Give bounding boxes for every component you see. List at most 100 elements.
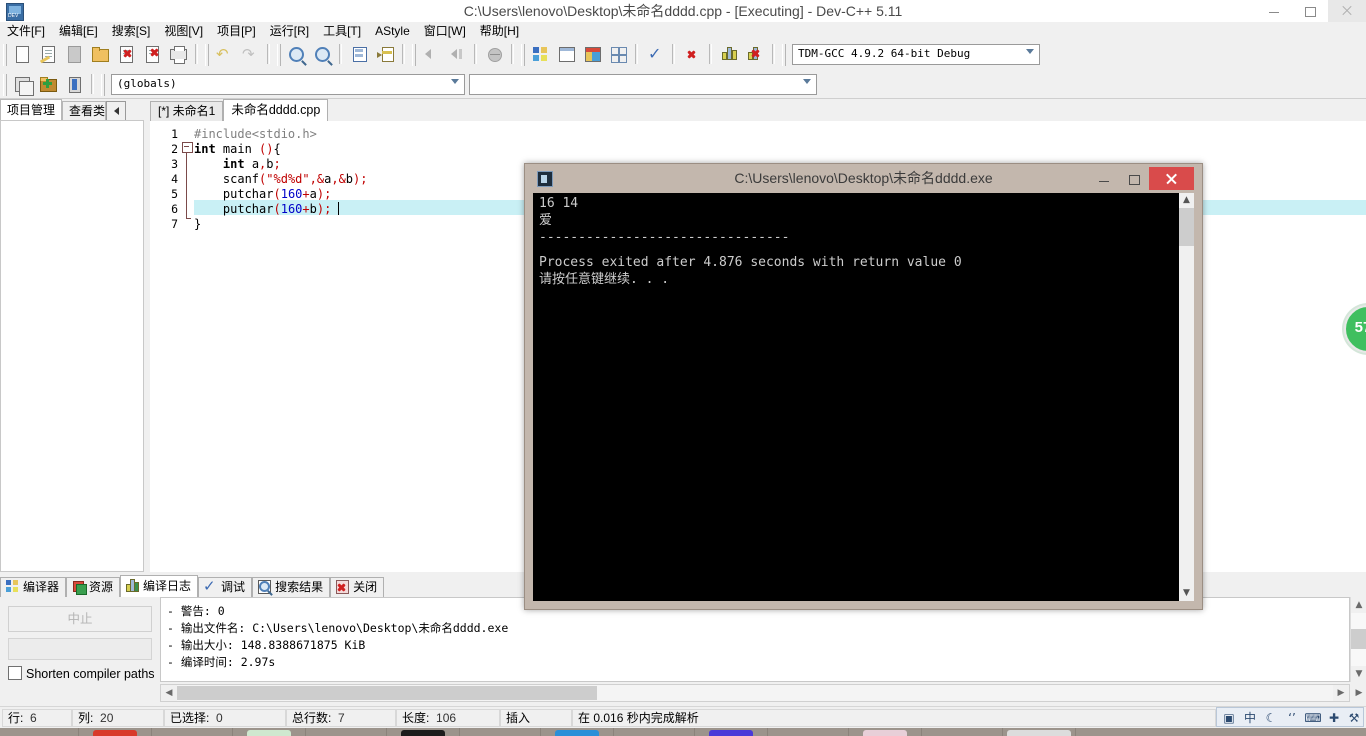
back-icon[interactable] [419,42,443,66]
toolbox-icon[interactable]: ✚ [1325,710,1343,726]
open-file-icon[interactable] [36,42,60,66]
fold-box[interactable] [182,142,193,153]
save-all-icon[interactable] [88,42,112,66]
menu-item-project[interactable]: 项目[P] [210,22,263,40]
console-output-area[interactable]: 16 14 爱 -------------------------------- Pr… [533,193,1194,601]
console-window[interactable]: C:\Users\lenovo\Desktop\未命名dddd.exe 16 1… [524,163,1203,610]
forward-icon[interactable] [445,42,469,66]
log-scroll-left-button[interactable]: ◀ [161,685,177,701]
fold-column[interactable] [180,121,194,572]
bottom-tab-debug[interactable]: ✓ 调试 [198,577,253,597]
redo-icon[interactable]: ↷ [238,42,262,66]
find-icon[interactable] [284,42,308,66]
bottom-tab-resource[interactable]: 资源 [66,577,121,597]
close-file-icon[interactable] [114,42,138,66]
log-scroll-up-button[interactable]: ▲ [1351,597,1366,613]
taskbar-item[interactable] [540,728,614,736]
console-maximize-button[interactable] [1120,170,1148,188]
keyboard-icon[interactable]: ⌨ [1304,710,1322,726]
menu-item-file[interactable]: 文件[F] [0,22,52,40]
compile-icon[interactable] [528,42,552,66]
toolbar-grip-4[interactable] [411,42,417,68]
left-tab-project-manager[interactable]: 项目管理 [0,99,63,121]
menu-item-window[interactable]: 窗口[W] [417,22,473,40]
toolbar-grip-6[interactable] [781,42,787,68]
shorten-compiler-paths-row[interactable]: Shorten compiler paths [8,666,155,681]
console-scrollbar[interactable]: ▲ ▼ [1179,193,1194,601]
taskbar-item[interactable] [232,728,306,736]
debug-stop-icon[interactable] [743,42,767,66]
menu-item-view[interactable]: 视图[V] [157,22,210,40]
stop-execution-icon[interactable] [680,42,704,66]
remove-from-project-icon[interactable] [62,72,86,96]
editor-tab-dddd-cpp[interactable]: 未命名dddd.cpp [223,99,329,122]
log-horizontal-scrollbar[interactable]: ◀ ▶ [160,684,1350,702]
menu-item-help[interactable]: 帮助[H] [473,22,526,40]
toolbar-grip-5[interactable] [520,42,526,68]
abort-button[interactable]: 中止 [8,606,152,632]
rebuild-icon[interactable] [606,42,630,66]
close-button[interactable] [1328,0,1366,22]
goto-line-icon[interactable] [347,42,371,66]
editor-tab-untitled1[interactable]: [*] 未命名1 [150,101,224,122]
log-resize-grip[interactable]: ▶ [1352,686,1366,700]
compile-run-icon[interactable] [580,42,604,66]
bottom-tab-close[interactable]: 关闭 [330,577,385,597]
bottom-tab-compiler[interactable]: 编译器 [0,577,67,597]
menu-item-edit[interactable]: 编辑[E] [52,22,105,40]
console-minimize-button[interactable] [1090,170,1118,188]
insert-icon[interactable] [373,42,397,66]
menu-item-astyle[interactable]: AStyle [368,22,417,40]
console-scroll-thumb[interactable] [1179,208,1194,246]
log-scroll-right-button[interactable]: ▶ [1333,685,1349,701]
toolbar-grip[interactable] [2,42,8,68]
taskbar-item[interactable] [386,728,460,736]
member-select[interactable] [469,74,817,95]
menu-item-tools[interactable]: 工具[T] [316,22,368,40]
taskbar-item[interactable] [848,728,922,736]
run-icon[interactable] [554,42,578,66]
punctuation-icon[interactable]: ‘’ [1283,710,1301,726]
save-file-icon[interactable] [62,42,86,66]
ime-toolbar[interactable]: ▣ 中 ☾ ‘’ ⌨ ✚ ⚒ [1216,707,1364,727]
bottom-tab-search-results[interactable]: 搜索结果 [252,577,331,597]
toggle-icon[interactable] [482,42,506,66]
settings-icon[interactable]: ⚒ [1345,710,1363,726]
left-tab-class-browser[interactable]: 查看类 [62,101,107,121]
shorten-compiler-paths-checkbox[interactable] [8,666,22,680]
print-icon[interactable] [166,42,190,66]
taskbar-item[interactable] [694,728,768,736]
new-project-icon[interactable] [10,72,34,96]
scroll-up-icon[interactable]: ▲ [1179,193,1194,208]
project-manager-panel[interactable] [0,120,144,572]
chinese-mode-icon[interactable]: 中 [1241,710,1259,726]
undo-icon[interactable]: ↶ [212,42,236,66]
profile-icon[interactable] [717,42,741,66]
syntax-check-icon[interactable]: ✓ [643,42,667,66]
toolbar-grip-2[interactable] [204,42,210,68]
log-hscroll-thumb[interactable] [177,686,597,700]
log-vertical-scrollbar[interactable]: ▲ ▼ [1350,597,1366,682]
close-all-icon[interactable] [140,42,164,66]
replace-icon[interactable] [310,42,334,66]
toolbar2-grip-2[interactable] [100,72,106,98]
taskbar-item-active[interactable] [1002,728,1076,736]
moon-icon[interactable]: ☾ [1262,710,1280,726]
taskbar-item[interactable] [78,728,152,736]
menu-item-search[interactable]: 搜索[S] [105,22,158,40]
minimize-button[interactable] [1256,0,1292,22]
new-file-icon[interactable] [10,42,34,66]
menu-item-run[interactable]: 运行[R] [263,22,316,40]
compiler-select[interactable]: TDM-GCC 4.9.2 64-bit Debug [792,44,1040,65]
ime-logo-icon[interactable]: ▣ [1220,710,1238,726]
bottom-tab-compile-log[interactable]: 编译日志 [120,575,199,597]
toolbar2-grip[interactable] [2,72,8,98]
toolbar-grip-3[interactable] [276,42,282,68]
scope-select[interactable]: (globals) [111,74,465,95]
log-scroll-thumb[interactable] [1351,629,1366,649]
add-to-project-icon[interactable] [36,72,60,96]
console-close-button[interactable] [1149,167,1194,190]
maximize-button[interactable] [1292,0,1328,22]
scroll-down-icon[interactable]: ▼ [1179,586,1194,601]
left-tabs-prev-button[interactable] [106,101,127,121]
